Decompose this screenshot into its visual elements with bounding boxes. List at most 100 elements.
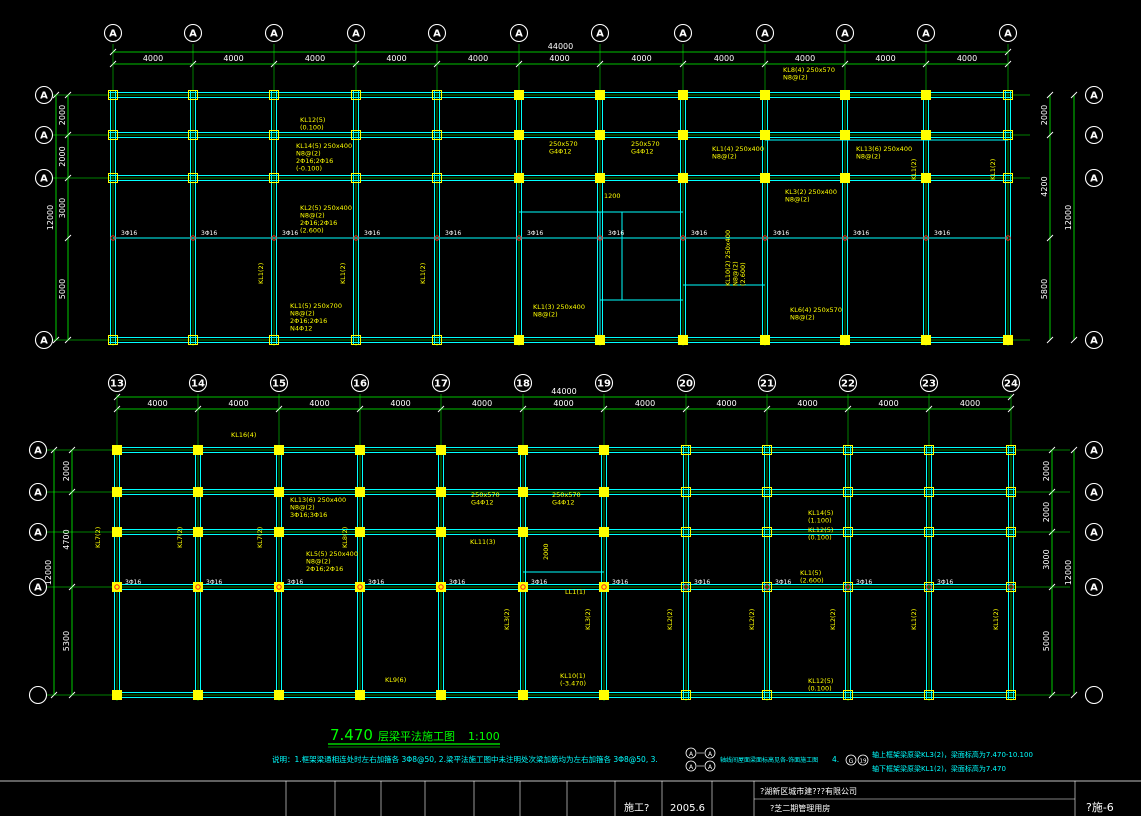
column bbox=[112, 690, 122, 700]
svg-text:KL2(2): KL2(2) bbox=[748, 609, 756, 630]
svg-text:(-3.470): (-3.470) bbox=[560, 680, 586, 688]
svg-text:KL1(2): KL1(2) bbox=[419, 263, 427, 284]
column-axis-bubble-label: 23 bbox=[922, 379, 936, 390]
column-axis-bubble-label: 18 bbox=[516, 379, 530, 390]
column bbox=[840, 130, 850, 140]
row-axis-bubble-right-label: A bbox=[1090, 488, 1098, 499]
svg-text:KL8(2): KL8(2) bbox=[341, 527, 349, 548]
column bbox=[274, 582, 284, 592]
svg-text:KL1(2): KL1(2) bbox=[989, 159, 997, 180]
left-dim: 2000 bbox=[58, 146, 67, 166]
svg-text:G4Φ12: G4Φ12 bbox=[471, 499, 494, 507]
column bbox=[595, 90, 605, 100]
bay-width-dim: 4000 bbox=[631, 54, 651, 63]
right-dim: 2000 bbox=[1042, 461, 1051, 481]
column bbox=[518, 527, 528, 537]
column-axis-bubble-label: 16 bbox=[353, 379, 367, 390]
tb-stage: 施工? bbox=[624, 801, 649, 814]
column bbox=[193, 527, 203, 537]
row-axis-bubble-right bbox=[1084, 685, 1104, 705]
row-axis-bubble-right-label: A bbox=[1090, 131, 1098, 142]
left-dim: 2000 bbox=[62, 461, 71, 481]
bay-width-dim: 4000 bbox=[960, 399, 980, 408]
row-axis-bubble-right-label: A bbox=[1090, 528, 1098, 539]
bay-width-dim: 4000 bbox=[468, 54, 488, 63]
column bbox=[436, 690, 446, 700]
overall-width-dim: 44000 bbox=[548, 42, 573, 51]
column bbox=[760, 90, 770, 100]
svg-text:KL2(2): KL2(2) bbox=[666, 609, 674, 630]
row-axis-bubble-right-label: A bbox=[1090, 446, 1098, 457]
svg-text:KL1(2): KL1(2) bbox=[992, 609, 1000, 630]
row-axis-bubble-left-label: A bbox=[40, 131, 48, 142]
row-axis-bubble-left-label: A bbox=[34, 446, 42, 457]
row-axis-bubble-right-label: A bbox=[1090, 336, 1098, 347]
rebar-mark: 3Φ16 bbox=[853, 230, 869, 237]
rebar-mark: 3Φ16 bbox=[121, 230, 137, 237]
title-elevation: 7.470 bbox=[330, 726, 373, 744]
tb-company: ?湖新区城市建???有限公司 bbox=[760, 786, 857, 796]
svg-text:19: 19 bbox=[860, 759, 867, 765]
left-total-dim: 12000 bbox=[44, 560, 53, 585]
column-axis-bubble-label: A bbox=[841, 29, 849, 40]
column-axis-bubble-label: A bbox=[596, 29, 604, 40]
column bbox=[599, 445, 609, 455]
column-axis-bubble-label: 14 bbox=[191, 379, 205, 390]
column bbox=[274, 445, 284, 455]
left-dim: 2000 bbox=[58, 105, 67, 125]
row-axis-bubble-left-label: A bbox=[34, 488, 42, 499]
column bbox=[355, 582, 365, 592]
row-axis-bubble-left-label: A bbox=[34, 583, 42, 594]
beam-label: KL1(2) bbox=[419, 263, 427, 284]
rebar-mark: 3Φ16 bbox=[856, 579, 872, 586]
column bbox=[921, 90, 931, 100]
column-axis-bubble-label: A bbox=[679, 29, 687, 40]
column-axis-bubble-label: A bbox=[515, 29, 523, 40]
beam-label: KL10(1)(-3.470) bbox=[560, 672, 586, 688]
svg-text:KL1(2): KL1(2) bbox=[339, 263, 347, 284]
svg-text:KL3(2): KL3(2) bbox=[503, 609, 511, 630]
svg-text:1200: 1200 bbox=[604, 192, 621, 200]
column bbox=[436, 445, 446, 455]
bay-width-dim: 4000 bbox=[228, 399, 248, 408]
bay-width-dim: 4000 bbox=[147, 399, 167, 408]
column bbox=[599, 487, 609, 497]
note-4-line1: 轴上框架梁原梁KL3(2)，梁面标高为7.470-10.100 bbox=[872, 750, 1033, 759]
beam-label: KL1(2) bbox=[910, 609, 918, 630]
column bbox=[595, 173, 605, 183]
rebar-mark: 3Φ16 bbox=[364, 230, 380, 237]
rebar-mark: 3Φ16 bbox=[368, 579, 384, 586]
bay-width-dim: 4000 bbox=[716, 399, 736, 408]
column bbox=[355, 487, 365, 497]
row-axis-bubble-right-label: A bbox=[1090, 91, 1098, 102]
column bbox=[436, 487, 446, 497]
bay-width-dim: 4000 bbox=[472, 399, 492, 408]
rebar-mark: 3Φ16 bbox=[773, 230, 789, 237]
beam-label: KL1(2) bbox=[989, 159, 997, 180]
column bbox=[518, 445, 528, 455]
column bbox=[193, 445, 203, 455]
bay-width-dim: 4000 bbox=[390, 399, 410, 408]
right-dim: 2000 bbox=[1040, 105, 1049, 125]
svg-text:(0.100): (0.100) bbox=[808, 534, 832, 542]
rebar-mark: 3Φ16 bbox=[694, 579, 710, 586]
column-axis-bubble-label: A bbox=[1004, 29, 1012, 40]
beam-label: KL2(2) bbox=[829, 609, 837, 630]
beam-label: KL12(5)(0.100) bbox=[808, 526, 833, 542]
svg-text:KL3(2): KL3(2) bbox=[584, 609, 592, 630]
column bbox=[518, 582, 528, 592]
column bbox=[760, 130, 770, 140]
svg-text:(2.600): (2.600) bbox=[739, 262, 747, 286]
svg-text:N8@(2): N8@(2) bbox=[785, 196, 810, 204]
column bbox=[595, 335, 605, 345]
bay-width-dim: 4000 bbox=[386, 54, 406, 63]
rebar-mark: 3Φ16 bbox=[282, 230, 298, 237]
column bbox=[595, 130, 605, 140]
left-dim: 4700 bbox=[62, 529, 71, 549]
svg-text:LL1(1): LL1(1) bbox=[565, 588, 586, 596]
column-axis-bubble-label: A bbox=[761, 29, 769, 40]
column-axis-bubble-label: 24 bbox=[1004, 379, 1018, 390]
column bbox=[840, 173, 850, 183]
column-axis-bubble-label: 17 bbox=[434, 379, 448, 390]
row-axis-bubble-left-label: A bbox=[40, 336, 48, 347]
